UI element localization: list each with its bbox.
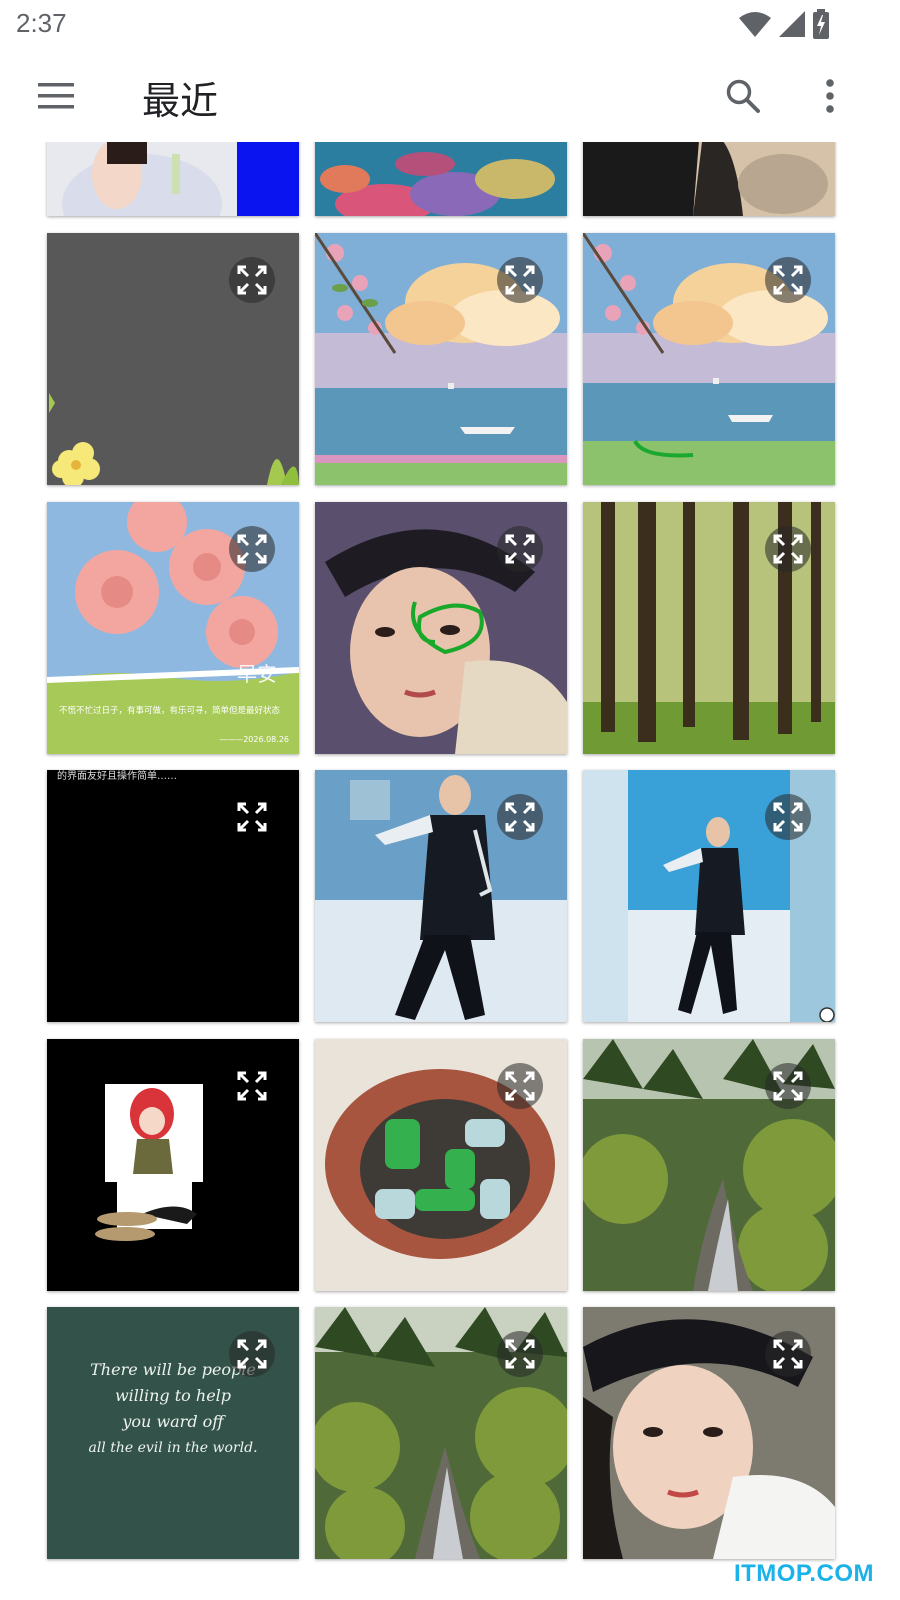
cellular-signal-icon (779, 11, 805, 37)
fullscreen-icon (773, 265, 803, 295)
fullscreen-icon (505, 802, 535, 832)
recent-images-grid[interactable]: 早安 不慌不忙过日子，有事可做，有乐可寻，简单但是最好状态 ———2026.08… (0, 142, 900, 1600)
quote-line: willing to help (114, 1386, 232, 1405)
menu-icon (38, 83, 74, 109)
portrait-blue-thumbnail (47, 142, 299, 216)
watermark: ITMOP.COM (733, 1560, 874, 1587)
fullscreen-button[interactable] (229, 1063, 275, 1109)
fullscreen-button[interactable] (497, 257, 543, 303)
fullscreen-icon (237, 534, 267, 564)
card-stamp: 早安 (237, 662, 277, 686)
image-tile-river-forest[interactable] (583, 1039, 835, 1291)
quote-line: you ward off (122, 1412, 224, 1431)
image-tile-river-forest-2[interactable] (315, 1307, 567, 1559)
fullscreen-icon (505, 534, 535, 564)
fullscreen-button[interactable] (765, 526, 811, 572)
image-tile-portrait-blue[interactable] (47, 142, 299, 216)
quote-line: all the evil in the world. (88, 1440, 258, 1456)
status-bar: 2:37 (0, 0, 900, 50)
fullscreen-icon (773, 534, 803, 564)
image-tile-gerbera-card[interactable]: 早安 不慌不忙过日子，有事可做，有乐可寻，简单但是最好状态 ———2026.08… (47, 502, 299, 754)
image-tile-bottles-bag[interactable] (315, 1039, 567, 1291)
menu-button[interactable] (28, 70, 84, 122)
image-tile-sky-sea-annotated[interactable] (583, 233, 835, 485)
fullscreen-icon (773, 802, 803, 832)
fullscreen-icon (505, 265, 535, 295)
fullscreen-button[interactable] (497, 1331, 543, 1377)
image-tile-anime-sticker[interactable] (47, 1039, 299, 1291)
coral-reef-thumbnail (315, 142, 567, 216)
image-tile-portrait-beret[interactable] (583, 1307, 835, 1559)
fullscreen-button[interactable] (497, 526, 543, 572)
image-tile-snow-skier[interactable] (315, 770, 567, 1022)
fullscreen-icon (237, 802, 267, 832)
image-tile-gray-flowers[interactable] (47, 233, 299, 485)
status-icons (738, 8, 830, 40)
fullscreen-button[interactable] (229, 526, 275, 572)
fullscreen-button[interactable] (765, 1063, 811, 1109)
fullscreen-button[interactable] (229, 257, 275, 303)
search-icon (726, 79, 760, 113)
fullscreen-button[interactable] (229, 794, 275, 840)
fullscreen-button[interactable] (497, 1063, 543, 1109)
more-vert-icon (826, 79, 834, 113)
fullscreen-button[interactable] (765, 1331, 811, 1377)
image-tile-dark-fabric[interactable] (583, 142, 835, 216)
page-title: 最近 (142, 79, 219, 123)
image-tile-sky-sea[interactable] (315, 233, 567, 485)
wifi-icon (739, 12, 771, 37)
more-options-button[interactable] (808, 68, 852, 124)
fullscreen-icon (237, 265, 267, 295)
fullscreen-icon (505, 1071, 535, 1101)
image-tile-coral-reef[interactable] (315, 142, 567, 216)
app-bar: 最近 (0, 50, 900, 142)
image-tile-snow-skier-edited[interactable] (583, 770, 835, 1022)
status-time: 2:37 (16, 8, 67, 38)
image-tile-black-screen[interactable]: 的界面友好且操作简单…… (47, 770, 299, 1022)
black-tile-text: 的界面友好且操作简单…… (57, 771, 177, 782)
battery-charging-icon (813, 9, 829, 39)
fullscreen-icon (237, 1071, 267, 1101)
card-date: ———2026.08.26 (219, 735, 289, 744)
card-caption: 不慌不忙过日子，有事可做，有乐可寻，简单但是最好状态 (59, 706, 281, 716)
fullscreen-icon (773, 1339, 803, 1369)
fullscreen-icon (505, 1339, 535, 1369)
image-tile-green-quote[interactable]: There will be people willing to help you… (47, 1307, 299, 1559)
image-tile-forest[interactable] (583, 502, 835, 754)
fullscreen-button[interactable] (765, 257, 811, 303)
fullscreen-button[interactable] (229, 1331, 275, 1377)
fullscreen-icon (773, 1071, 803, 1101)
image-tile-portrait-annotated[interactable] (315, 502, 567, 754)
search-button[interactable] (715, 68, 771, 124)
fullscreen-button[interactable] (497, 794, 543, 840)
fullscreen-button[interactable] (765, 794, 811, 840)
dark-fabric-thumbnail (583, 142, 835, 216)
fullscreen-icon (237, 1339, 267, 1369)
